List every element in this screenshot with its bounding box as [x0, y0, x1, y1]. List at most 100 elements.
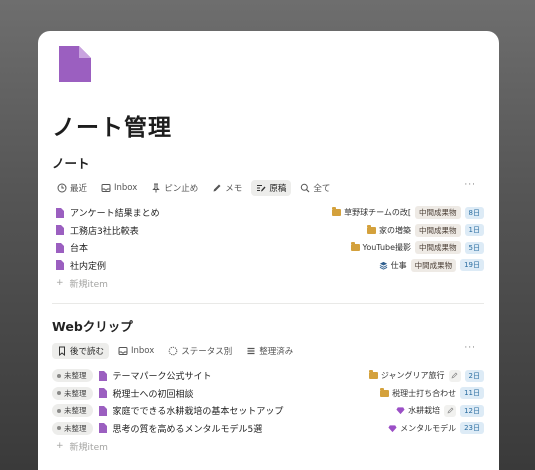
- list-item[interactable]: 未整理 税理士への初回相談 税理士打ち合わせ 11日: [52, 385, 484, 403]
- webclips-view-tabs: 後で読む Inbox ステータス別 整理済み ···: [52, 341, 484, 361]
- project-name: 仕事: [390, 260, 407, 270]
- category-tag: 中間成果物: [415, 206, 461, 220]
- date-badge: 8日: [464, 206, 484, 219]
- pen-icon: [213, 184, 221, 192]
- item-title: アンケート結果まとめ: [70, 209, 160, 220]
- project-name: 家の増築: [379, 225, 412, 235]
- notes-section: ノート 最近 Inbox ピン止め メモ 原稿 全て ··· アンケート結果まと…: [52, 156, 484, 292]
- tab-label: 原稿: [269, 184, 287, 194]
- status-badge[interactable]: 未整理: [52, 386, 93, 400]
- new-item-label: 新規item: [69, 279, 108, 290]
- list-item[interactable]: アンケート結果まとめ 草野球チームの改[ 中間成果物 8日: [52, 204, 484, 222]
- date-badge: 1日: [464, 224, 484, 237]
- more-options-icon[interactable]: ···: [464, 343, 476, 353]
- list-icon: [247, 347, 255, 355]
- project-link[interactable]: YouTube撮影: [350, 242, 411, 253]
- plus-icon: +: [56, 441, 64, 451]
- item-title: 家庭でできる水耕栽培の基本セットアップ: [112, 407, 284, 418]
- date-badge: 19日: [460, 259, 484, 272]
- tab-organized[interactable]: 整理済み: [241, 343, 298, 359]
- category-tag: 中間成果物: [415, 223, 461, 237]
- document-icon: [56, 260, 64, 271]
- tab-read-later[interactable]: 後で読む: [52, 343, 110, 359]
- tab-label: Inbox: [114, 183, 138, 193]
- project-link[interactable]: 仕事: [379, 260, 407, 271]
- layers-icon: [379, 261, 387, 270]
- project-name: メンタルモデル: [400, 423, 457, 433]
- more-options-icon[interactable]: ···: [464, 180, 476, 190]
- list-item[interactable]: 工務店3社比較表 家の増築 中間成果物 1日: [52, 222, 484, 240]
- tab-all[interactable]: 全て: [295, 180, 335, 196]
- tab-recent[interactable]: 最近: [52, 180, 92, 196]
- tab-draft[interactable]: 原稿: [251, 180, 292, 196]
- project-link[interactable]: メンタルモデル: [388, 423, 456, 434]
- category-tag: 中間成果物: [415, 241, 461, 255]
- status-dot: [57, 391, 61, 396]
- project-name: ジャングリア旅行: [380, 371, 445, 381]
- date-badge: 23日: [460, 422, 484, 435]
- item-title: 工務店3社比較表: [70, 226, 139, 237]
- search-icon: [301, 183, 310, 193]
- status-dot: [57, 426, 61, 431]
- list-item[interactable]: 未整理 家庭でできる水耕栽培の基本セットアップ 水耕栽培 12日: [52, 402, 484, 420]
- bookmark-icon: [59, 346, 65, 356]
- page-card: ノート管理 ノート 最近 Inbox ピン止め メモ 原稿 全て ··· アンケ…: [38, 31, 499, 470]
- item-title: 税理士への初回相談: [112, 389, 194, 400]
- status-dot: [57, 373, 61, 378]
- project-link[interactable]: 草野球チームの改[: [332, 207, 411, 218]
- webclips-section-title[interactable]: Webクリップ: [52, 319, 484, 335]
- folder-icon: [368, 370, 378, 380]
- list-item[interactable]: 未整理 思考の質を高めるメンタルモデル5選 メンタルモデル 23日: [52, 420, 484, 438]
- project-link[interactable]: ジャングリア旅行: [368, 370, 445, 381]
- document-icon[interactable]: [59, 46, 91, 82]
- date-badge: 5日: [464, 241, 484, 254]
- tab-by-status[interactable]: ステータス別: [163, 343, 237, 359]
- status-label: 未整理: [64, 423, 87, 433]
- status-label: 未整理: [64, 406, 87, 416]
- new-item-button[interactable]: + 新規item: [52, 274, 484, 292]
- status-badge[interactable]: 未整理: [52, 404, 93, 418]
- tab-pinned[interactable]: ピン止め: [146, 180, 203, 196]
- notes-section-title[interactable]: ノート: [52, 156, 484, 172]
- new-item-button[interactable]: + 新規item: [52, 437, 484, 455]
- project-link[interactable]: 家の増築: [367, 224, 412, 236]
- edit-icon[interactable]: [444, 404, 457, 417]
- item-title: 思考の質を高めるメンタルモデル5選: [112, 424, 263, 435]
- document-icon: [98, 405, 107, 416]
- item-title: 社内定例: [70, 261, 107, 272]
- document-icon: [98, 388, 107, 399]
- project-name: 税理士打ち合わせ: [392, 388, 457, 398]
- tab-inbox[interactable]: Inbox: [113, 344, 159, 358]
- gem-icon: [388, 425, 397, 432]
- gem-icon: [396, 407, 405, 415]
- document-icon: [56, 242, 64, 253]
- status-dot: [57, 408, 61, 413]
- tab-label: 最近: [70, 184, 88, 194]
- edit-icon[interactable]: [448, 369, 461, 382]
- project-link[interactable]: 税理士打ち合わせ: [380, 387, 457, 399]
- tab-label: ピン止め: [164, 184, 199, 194]
- project-link[interactable]: 水耕栽培: [396, 405, 440, 416]
- project-name: 草野球チームの改[: [344, 208, 412, 218]
- list-item[interactable]: 未整理 テーマパーク公式サイト ジャングリア旅行 2日: [52, 367, 484, 385]
- webclips-section: Webクリップ 後で読む Inbox ステータス別 整理済み ··· 未整理 テ…: [52, 319, 484, 455]
- document-icon: [98, 370, 107, 381]
- date-badge: 2日: [464, 369, 484, 382]
- project-name: 水耕栽培: [408, 406, 441, 416]
- clock-icon: [57, 183, 67, 193]
- date-badge: 12日: [460, 404, 484, 417]
- list-item[interactable]: 台本 YouTube撮影 中間成果物 5日: [52, 239, 484, 257]
- folder-icon: [380, 387, 390, 397]
- item-title: テーマパーク公式サイト: [112, 372, 212, 383]
- date-badge: 11日: [460, 387, 484, 400]
- tab-label: 全て: [313, 184, 331, 194]
- tab-label: 整理済み: [259, 347, 294, 357]
- status-badge[interactable]: 未整理: [52, 421, 93, 435]
- tab-inbox[interactable]: Inbox: [96, 181, 142, 195]
- tab-memo[interactable]: メモ: [207, 180, 247, 196]
- folder-icon: [367, 224, 377, 234]
- list-item[interactable]: 社内定例 仕事 中間成果物 19日: [52, 257, 484, 275]
- item-title: 台本: [70, 244, 89, 255]
- tab-label: メモ: [225, 184, 243, 194]
- status-badge[interactable]: 未整理: [52, 369, 93, 383]
